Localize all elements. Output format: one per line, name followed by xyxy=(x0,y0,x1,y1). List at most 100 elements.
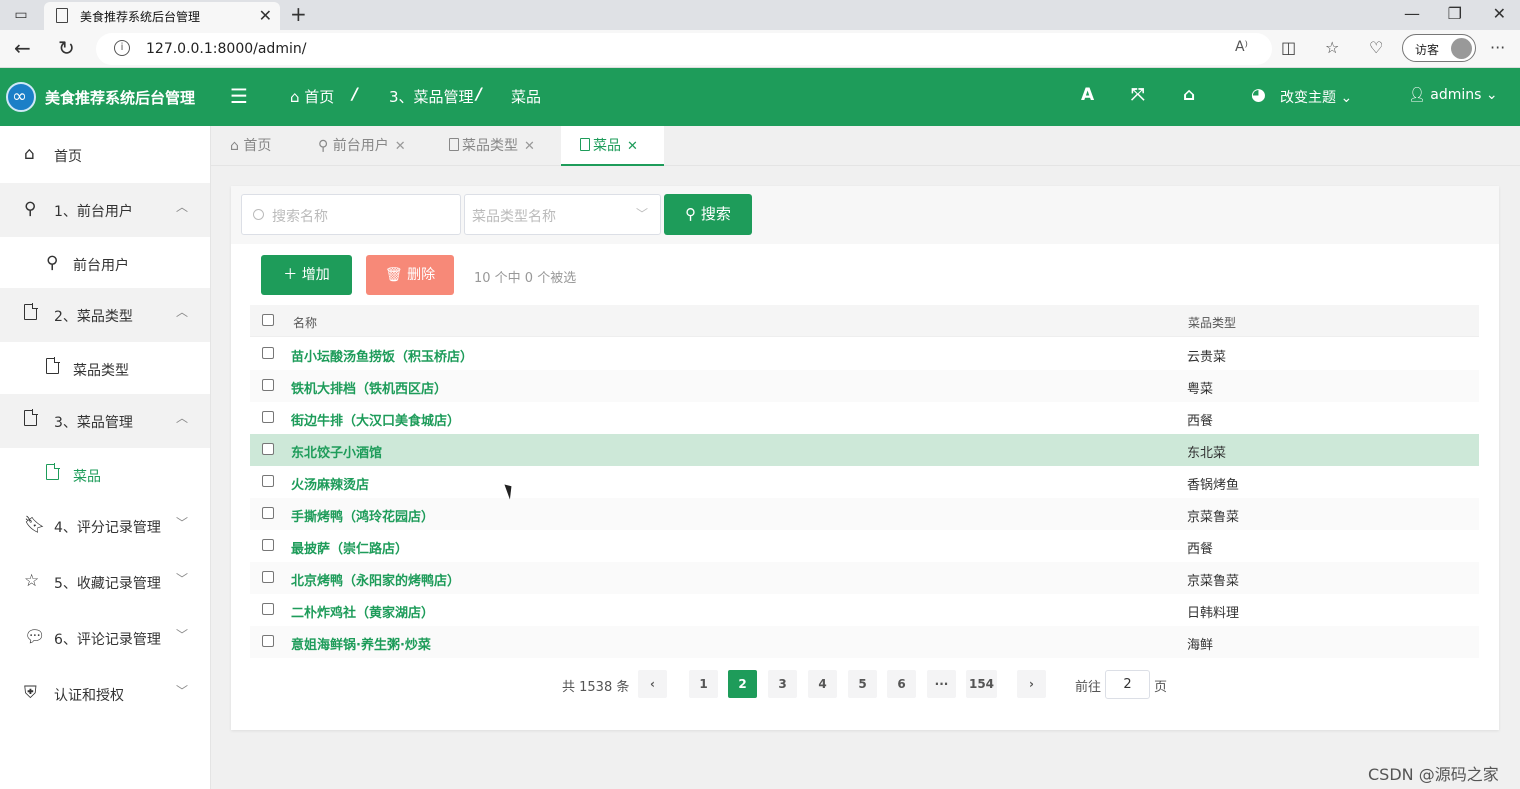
breadcrumb-home-label: 首页 xyxy=(304,88,335,106)
star-icon: ☆ xyxy=(24,571,40,591)
prev-page-button[interactable]: ‹ xyxy=(638,670,667,698)
row-checkbox[interactable] xyxy=(262,379,274,391)
chevron-up-icon: ︿ xyxy=(175,411,188,425)
tab-label: 菜品 xyxy=(593,138,621,154)
search-button[interactable]: ⚲ 搜索 xyxy=(664,194,752,235)
sidebar-group-dish-types[interactable]: 2、菜品类型 ︿ xyxy=(0,288,210,342)
goto-page-input[interactable]: 2 xyxy=(1105,670,1150,699)
breadcrumb-home[interactable]: ⌂ 首页 xyxy=(290,86,334,107)
read-aloud-icon[interactable]: A⁾ xyxy=(1235,39,1248,55)
chevron-down-icon: ﹀ xyxy=(635,207,648,221)
page-button[interactable]: 1 xyxy=(689,670,718,698)
row-checkbox[interactable] xyxy=(262,475,274,487)
sidebar-item-dishes[interactable]: 菜品 xyxy=(0,448,210,502)
select-all-checkbox[interactable] xyxy=(262,314,274,326)
sidebar-group-comment-records[interactable]: 💬︎ 6、评论记录管理 ﹀ xyxy=(0,611,210,665)
tab-dishes[interactable]: 菜品 ✕ xyxy=(561,126,664,166)
back-icon[interactable]: ← xyxy=(14,36,31,60)
restore-icon[interactable]: ❐ xyxy=(1448,4,1462,23)
menu-toggle-icon[interactable]: ☰ xyxy=(230,84,248,108)
user-menu[interactable]: 👤︎ admins ⌄ xyxy=(1408,87,1498,103)
column-header-dish-type[interactable]: 菜品类型 xyxy=(1188,314,1236,331)
page-ellipsis-button[interactable]: ··· xyxy=(927,670,956,698)
sidebar-group-dish-management[interactable]: 3、菜品管理 ︿ xyxy=(0,394,210,448)
table-row: 苗小坛酸汤鱼捞饭（积玉桥店） 云贵菜 xyxy=(250,338,1479,370)
dish-type-select[interactable]: 菜品类型名称 ﹀ xyxy=(464,194,661,235)
user-icon: 👤︎ xyxy=(1408,87,1426,103)
dish-name-link[interactable]: 东北饺子小酒馆 xyxy=(291,442,382,461)
delete-button[interactable]: 🗑︎ 删除 xyxy=(366,255,454,295)
sidebar-item-label: 菜品类型 xyxy=(73,363,129,379)
minimize-icon[interactable]: — xyxy=(1404,4,1420,23)
file-icon xyxy=(580,138,590,151)
sidebar-item-dish-types[interactable]: 菜品类型 xyxy=(0,342,210,396)
more-options-icon[interactable]: ··· xyxy=(1490,38,1505,57)
page-button[interactable]: 154 xyxy=(966,670,997,698)
dish-name-link[interactable]: 北京烤鸭（永阳家的烤鸭店） xyxy=(291,570,460,589)
tab-actions-icon[interactable]: ▭ xyxy=(12,6,30,24)
breadcrumb-dish-management[interactable]: 3、菜品管理 xyxy=(389,86,474,107)
search-name-input[interactable]: 搜索名称 xyxy=(241,194,461,235)
split-screen-icon[interactable]: ◫ xyxy=(1281,38,1296,57)
font-size-icon[interactable]: A xyxy=(1081,85,1094,105)
sidebar-item-label: 3、菜品管理 xyxy=(54,415,133,431)
close-icon[interactable]: ✕ xyxy=(395,139,406,154)
row-checkbox[interactable] xyxy=(262,443,274,455)
close-window-icon[interactable]: ✕ xyxy=(1493,4,1506,23)
dish-name-link[interactable]: 苗小坛酸汤鱼捞饭（积玉桥店） xyxy=(291,346,473,365)
tab-frontend-users[interactable]: ⚲ 前台用户 ✕ xyxy=(318,126,422,166)
search-button-label: 搜索 xyxy=(700,205,731,223)
dish-name-link[interactable]: 二朴炸鸡社（黄家湖店） xyxy=(291,602,434,621)
page-button[interactable]: 4 xyxy=(808,670,837,698)
page-button[interactable]: 5 xyxy=(848,670,877,698)
page-button-current[interactable]: 2 xyxy=(728,670,757,698)
reload-icon[interactable]: ↻ xyxy=(58,36,75,60)
fullscreen-icon[interactable]: ⤧ xyxy=(1131,85,1145,105)
dish-name-link[interactable]: 铁机大排档（铁机西区店） xyxy=(291,378,447,397)
dish-name-link[interactable]: 意姐海鲜锅·养生粥·炒菜 xyxy=(291,634,431,653)
add-button[interactable]: ＋ 增加 xyxy=(261,255,352,295)
sidebar-group-favorite-records[interactable]: ☆ 5、收藏记录管理 ﹀ xyxy=(0,555,210,609)
new-tab-icon[interactable]: + xyxy=(290,2,307,26)
tab-label: 前台用户 xyxy=(332,138,389,154)
favorites-icon[interactable]: ☆ xyxy=(1325,38,1339,57)
row-checkbox[interactable] xyxy=(262,539,274,551)
next-page-button[interactable]: › xyxy=(1017,670,1046,698)
address-bar[interactable]: i 127.0.0.1:8000/admin/ A⁾ xyxy=(96,33,1272,65)
close-icon[interactable]: ✕ xyxy=(524,139,535,154)
chevron-down-icon: ⌄ xyxy=(1485,87,1498,103)
row-checkbox[interactable] xyxy=(262,603,274,615)
row-checkbox[interactable] xyxy=(262,635,274,647)
dish-name-link[interactable]: 火汤麻辣烫店 xyxy=(291,474,369,493)
change-theme-button[interactable]: 改变主题 ⌄ xyxy=(1280,87,1352,107)
sidebar-item-label: 前台用户 xyxy=(73,258,129,274)
table-row: 意姐海鲜锅·养生粥·炒菜 海鲜 xyxy=(250,626,1479,658)
close-tab-icon[interactable]: ✕ xyxy=(259,6,272,25)
site-info-icon[interactable]: i xyxy=(114,40,130,56)
row-checkbox[interactable] xyxy=(262,347,274,359)
dish-name-link[interactable]: 街边牛排（大汉口美食城店） xyxy=(291,410,460,429)
close-icon[interactable]: ✕ xyxy=(627,139,638,154)
row-checkbox[interactable] xyxy=(262,507,274,519)
sidebar-group-frontend-users[interactable]: ⚲ 1、前台用户 ︿ xyxy=(0,183,210,237)
tab-home[interactable]: ⌂ 首页 xyxy=(230,126,306,166)
column-header-name[interactable]: 名称 xyxy=(293,314,317,331)
row-checkbox[interactable] xyxy=(262,571,274,583)
page-button[interactable]: 3 xyxy=(768,670,797,698)
dish-name-link[interactable]: 最披萨（崇仁路店） xyxy=(291,538,408,557)
sidebar-item-frontend-users[interactable]: ⚲ 前台用户 xyxy=(0,237,210,291)
home-icon[interactable]: ⌂ xyxy=(1183,85,1195,105)
page-button[interactable]: 6 xyxy=(887,670,916,698)
tab-dish-types[interactable]: 菜品类型 ✕ xyxy=(449,126,553,166)
sidebar-group-rating-records[interactable]: 🔖︎ 4、评分记录管理 ﹀ xyxy=(0,499,210,553)
sidebar-item-home[interactable]: ⌂ 首页 xyxy=(0,128,210,182)
pagination: 共 1538 条 ‹ 1 2 3 4 5 6 ··· 154 › 前往 2 页 xyxy=(231,670,1499,700)
browser-tab[interactable]: 美食推荐系统后台管理 ✕ xyxy=(44,2,280,30)
performance-icon[interactable]: ♡ xyxy=(1369,38,1383,57)
sidebar-group-auth[interactable]: ⛨ 认证和授权 ﹀ xyxy=(0,667,210,721)
profile-button[interactable]: 访客 xyxy=(1402,34,1476,62)
row-checkbox[interactable] xyxy=(262,411,274,423)
dish-name-link[interactable]: 手撕烤鸭（鸿玲花园店） xyxy=(291,506,434,525)
file-icon xyxy=(46,357,64,378)
search-icon: ⚲ xyxy=(685,205,697,223)
